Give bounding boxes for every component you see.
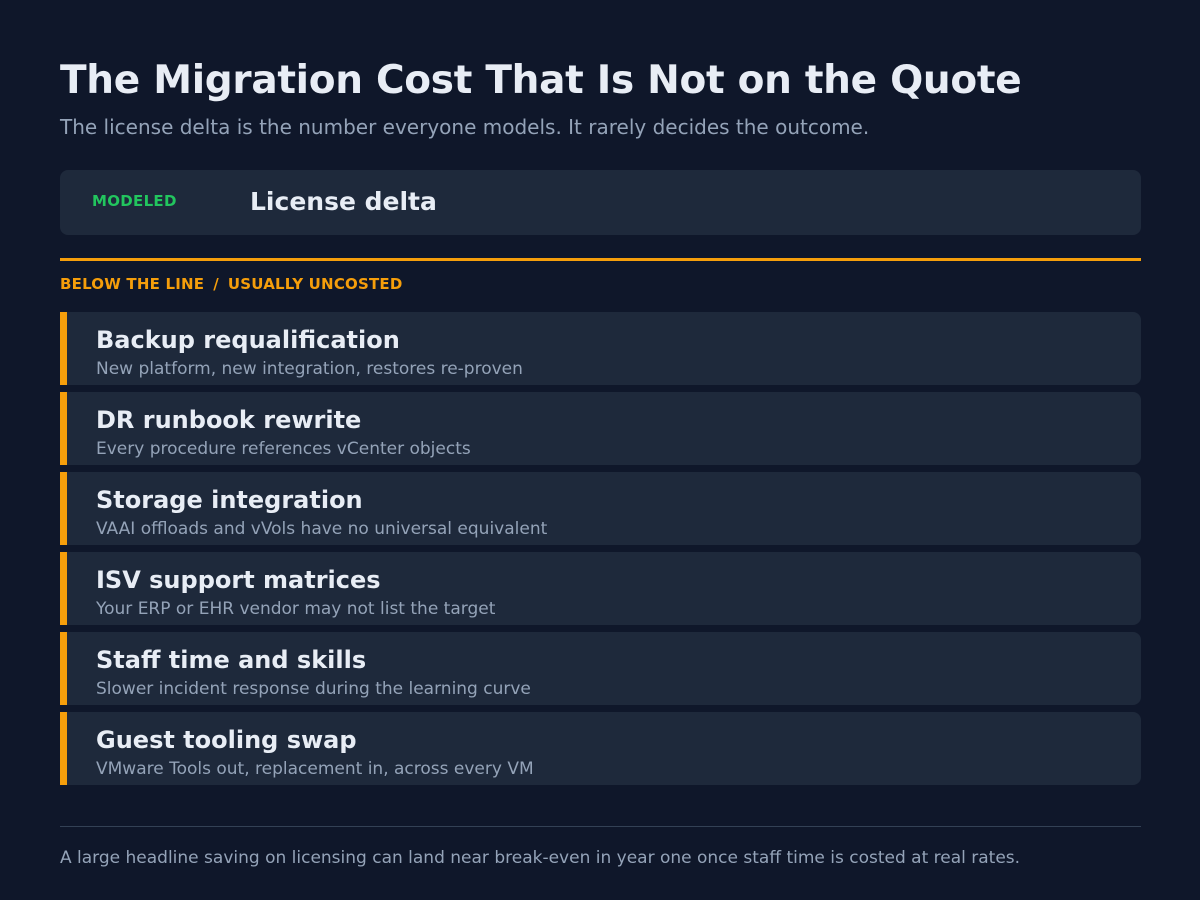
uncosted-item-title: Guest tooling swap (96, 726, 357, 754)
modeled-cost-card: MODELED License delta (60, 170, 1141, 235)
uncosted-item-staff-time: Staff time and skills Slower incident re… (60, 632, 1141, 705)
uncosted-item-guest-tooling: Guest tooling swap VMware Tools out, rep… (60, 712, 1141, 785)
uncosted-item-description: Slower incident response during the lear… (96, 679, 531, 699)
slide: The Migration Cost That Is Not on the Qu… (60, 0, 1141, 900)
uncosted-item-dr-runbook: DR runbook rewrite Every procedure refer… (60, 392, 1141, 465)
uncosted-item-title: Storage integration (96, 486, 363, 514)
below-line-heading-left: BELOW THE LINE (60, 275, 205, 293)
uncosted-item-description: Your ERP or EHR vendor may not list the … (96, 599, 496, 619)
uncosted-item-title: Backup requalification (96, 326, 400, 354)
below-line-heading-right: USUALLY UNCOSTED (227, 275, 403, 293)
heading-separator: / (213, 275, 219, 293)
uncosted-item-description: VAAI offloads and vVols have no universa… (96, 519, 548, 539)
uncosted-item-backup: Backup requalification New platform, new… (60, 312, 1141, 385)
uncosted-item-title: Staff time and skills (96, 646, 367, 674)
uncosted-item-title: ISV support matrices (96, 566, 381, 594)
page-subtitle: The license delta is the number everyone… (60, 115, 870, 139)
cost-line-divider (60, 258, 1141, 261)
footer-note: A large headline saving on licensing can… (60, 848, 1021, 868)
uncosted-item-description: Every procedure references vCenter objec… (96, 439, 471, 459)
uncosted-item-description: VMware Tools out, replacement in, across… (96, 759, 534, 779)
uncosted-items-list: Backup requalification New platform, new… (60, 312, 1141, 792)
uncosted-item-storage: Storage integration VAAI offloads and vV… (60, 472, 1141, 545)
page-title: The Migration Cost That Is Not on the Qu… (60, 58, 1022, 103)
uncosted-item-title: DR runbook rewrite (96, 406, 362, 434)
uncosted-item-isv-support: ISV support matrices Your ERP or EHR ven… (60, 552, 1141, 625)
footer-divider (60, 826, 1141, 827)
modeled-tag: MODELED (92, 192, 177, 210)
uncosted-item-description: New platform, new integration, restores … (96, 359, 523, 379)
modeled-cost-label: License delta (250, 187, 437, 216)
below-line-heading: BELOW THE LINE / USUALLY UNCOSTED (60, 275, 403, 293)
